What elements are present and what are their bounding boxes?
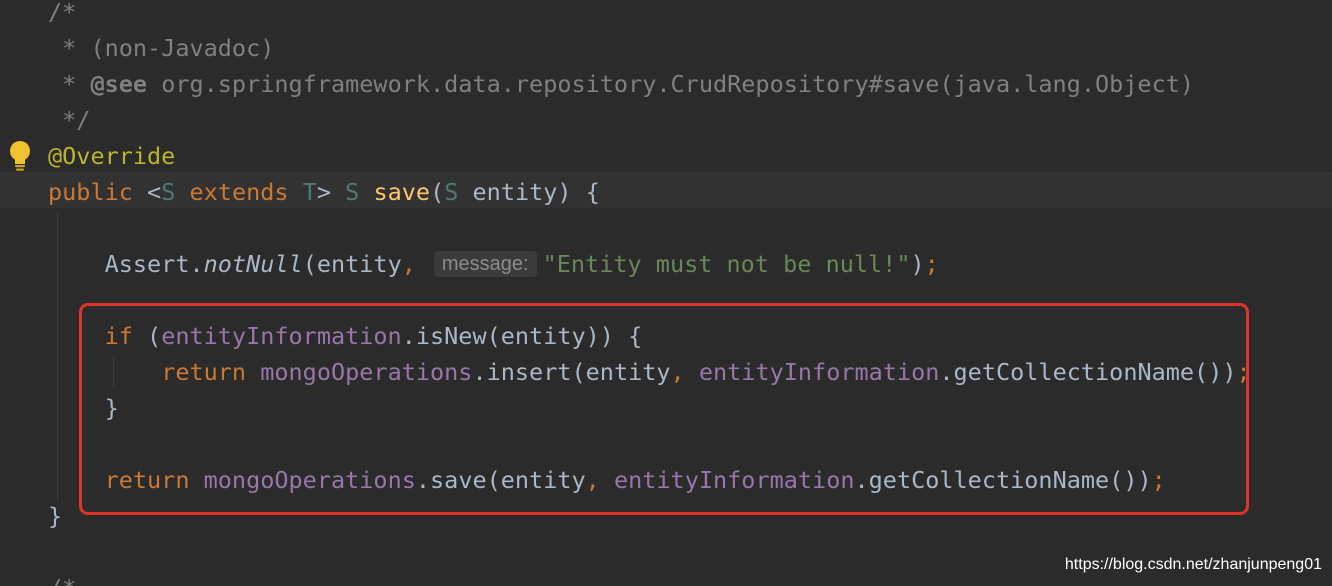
code-line[interactable]: * @see org.springframework.data.reposito… xyxy=(48,66,1194,102)
code-token: ) xyxy=(910,250,925,278)
code-token: */ xyxy=(48,106,91,134)
code-token: @see xyxy=(90,70,148,98)
code-line[interactable]: /* xyxy=(48,570,76,586)
code-token: * xyxy=(48,70,91,98)
code-token: entity) { xyxy=(458,178,600,206)
parameter-hint: message: xyxy=(433,251,537,277)
code-token: Assert. xyxy=(48,250,204,278)
code-token: ( xyxy=(430,178,445,206)
code-token: S xyxy=(345,178,360,206)
code-token: /* xyxy=(48,0,77,26)
code-token: public xyxy=(48,178,133,206)
code-token: /* xyxy=(48,574,76,586)
code-token: < xyxy=(132,178,162,206)
highlight-box xyxy=(79,303,1249,515)
code-token: extends xyxy=(189,178,289,206)
code-line[interactable]: @Override xyxy=(48,138,175,174)
code-token: org.springframework.data.repository.Crud… xyxy=(147,70,1195,98)
code-token: @Override xyxy=(48,142,176,170)
code-token: notNull xyxy=(203,250,303,278)
watermark-text: https://blog.csdn.net/zhanjunpeng01 xyxy=(1064,556,1322,573)
code-token: S xyxy=(444,178,459,206)
code-editor[interactable]: /* * (non-Javadoc) * @see org.springfram… xyxy=(0,0,1332,586)
code-line[interactable]: } xyxy=(48,498,62,534)
code-token: "Entity must not be null!" xyxy=(542,250,911,278)
code-line[interactable]: /* xyxy=(48,0,76,30)
code-token: S xyxy=(161,178,176,206)
code-line[interactable]: * (non-Javadoc) xyxy=(48,30,274,66)
code-line[interactable]: public <S extends T> S save(S entity) { xyxy=(48,174,600,210)
lightbulb-icon[interactable] xyxy=(7,140,33,172)
code-token: ; xyxy=(924,250,939,278)
code-token: } xyxy=(48,502,63,530)
code-line[interactable]: Assert.notNull(entity, message: "Entity mu… xyxy=(48,246,939,282)
code-line[interactable]: */ xyxy=(48,102,90,138)
code-token: > xyxy=(316,178,346,206)
code-token: * (non-Javadoc) xyxy=(48,34,275,62)
code-token: T xyxy=(302,178,317,206)
code-token: (entity xyxy=(302,250,402,278)
code-token: , xyxy=(401,250,416,278)
code-token: save xyxy=(373,178,431,206)
